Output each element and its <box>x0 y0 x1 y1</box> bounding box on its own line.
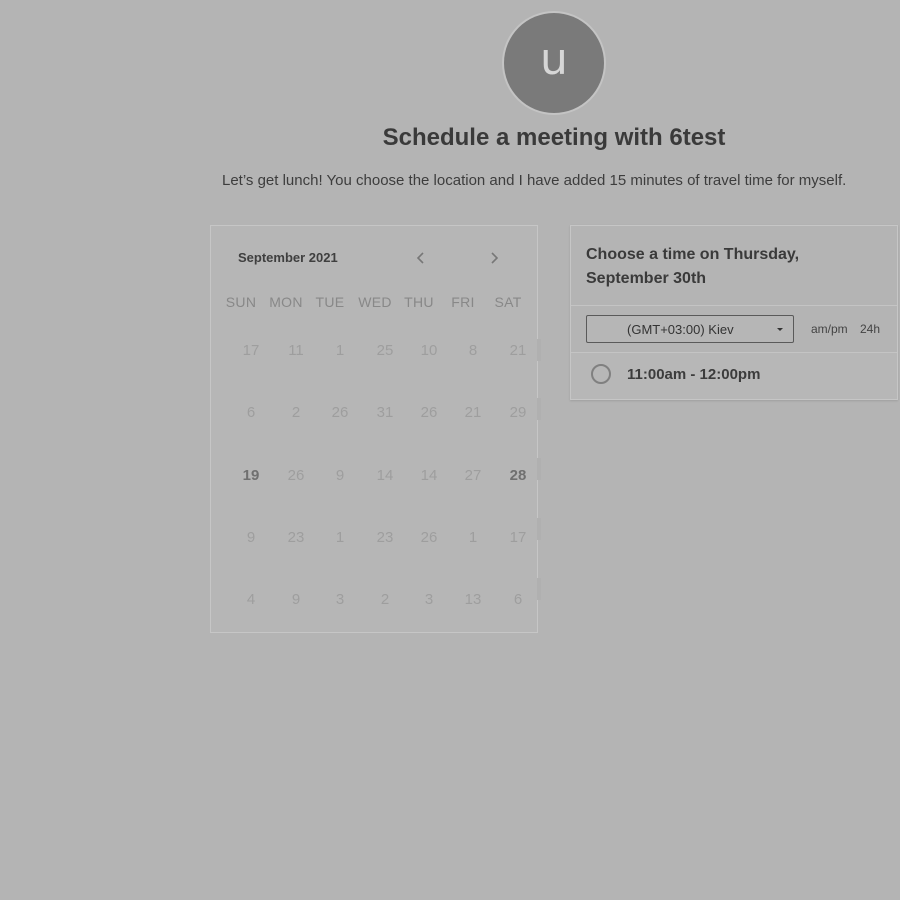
calendar-day: 6 <box>513 591 523 608</box>
calendar-day-available[interactable]: 19 <box>231 466 271 486</box>
calendar-day: 3 <box>335 591 345 608</box>
calendar-day: 17 <box>509 529 527 546</box>
radio-circle-icon[interactable] <box>591 364 611 384</box>
weekday-label: TUE <box>315 294 345 310</box>
weekday-label: MON <box>269 294 303 310</box>
format-ampm-toggle[interactable]: am/pm <box>811 322 848 336</box>
calendar-day: 11 <box>288 342 304 359</box>
calendar-day: 2 <box>380 591 390 608</box>
next-month-button[interactable] <box>482 246 506 270</box>
weekday-label: SAT <box>494 294 522 310</box>
weekday-label: THU <box>404 294 434 310</box>
calendar-day: 25 <box>376 342 394 359</box>
calendar-day: 1 <box>335 342 345 359</box>
calendar-day: 13 <box>464 591 482 608</box>
time-slot[interactable]: 11:00am - 12:00pm <box>571 353 897 399</box>
calendar-day: 21 <box>464 404 482 421</box>
calendar-day-available[interactable]: 28 <box>498 466 538 486</box>
calendar-day: 6 <box>246 404 256 421</box>
calendar-day: 3 <box>424 591 434 608</box>
calendar-day: 26 <box>331 404 349 421</box>
calendar: September 2021 SUN MON TUE WED THU FRI SAT 17 1… <box>210 225 541 633</box>
calendar-day: 8 <box>468 342 478 359</box>
timezone-value: (GMT+03:00) Kiev <box>627 322 734 337</box>
timezone-row: (GMT+03:00) Kiev am/pm 24h <box>571 305 897 353</box>
calendar-day: 26 <box>287 467 305 484</box>
calendar-day: 9 <box>246 529 256 546</box>
caret-down-icon <box>777 328 783 331</box>
calendar-day: 1 <box>468 529 478 546</box>
chevron-right-icon <box>491 252 499 264</box>
time-slot-label: 11:00am - 12:00pm <box>627 366 761 383</box>
calendar-day: 14 <box>376 467 394 484</box>
calendar-day: 4 <box>246 591 256 608</box>
calendar-day: 1 <box>335 529 345 546</box>
calendar-day: 29 <box>509 404 527 421</box>
calendar-day: 17 <box>242 342 260 359</box>
calendar-day: 26 <box>420 529 438 546</box>
calendar-day: 9 <box>291 591 301 608</box>
calendar-edge-mark <box>537 518 541 540</box>
time-panel-title: Choose a time on Thursday, September 30t… <box>586 246 800 287</box>
calendar-day: 21 <box>509 342 527 359</box>
calendar-edge-mark <box>537 339 541 361</box>
format-24h-toggle[interactable]: 24h <box>860 322 880 336</box>
calendar-day: 26 <box>420 404 438 421</box>
timezone-select[interactable]: (GMT+03:00) Kiev <box>586 315 794 343</box>
chevron-left-icon <box>416 252 424 264</box>
weekday-label: SUN <box>225 294 257 310</box>
calendar-day: 23 <box>376 529 394 546</box>
calendar-day: 10 <box>420 342 438 359</box>
calendar-month-label: September 2021 <box>238 250 338 265</box>
calendar-day: 2 <box>291 404 301 421</box>
time-selection-panel: Choose a time on Thursday, September 30t… <box>570 225 898 400</box>
calendar-day: 27 <box>464 467 482 484</box>
meeting-description: Let’s get lunch! You choose the location… <box>222 172 847 189</box>
calendar-day: 23 <box>287 529 305 546</box>
calendar-day: 14 <box>420 467 438 484</box>
weekday-label: FRI <box>451 294 475 310</box>
page-title: Schedule a meeting with 6test <box>382 124 726 151</box>
previous-month-button[interactable] <box>409 246 433 270</box>
calendar-edge-mark <box>537 458 541 480</box>
calendar-edge-mark <box>537 578 541 600</box>
weekday-label: WED <box>358 294 392 310</box>
calendar-day: 9 <box>335 467 345 484</box>
avatar: u <box>504 13 604 113</box>
calendar-day: 31 <box>376 404 394 421</box>
calendar-edge-mark <box>537 398 541 420</box>
